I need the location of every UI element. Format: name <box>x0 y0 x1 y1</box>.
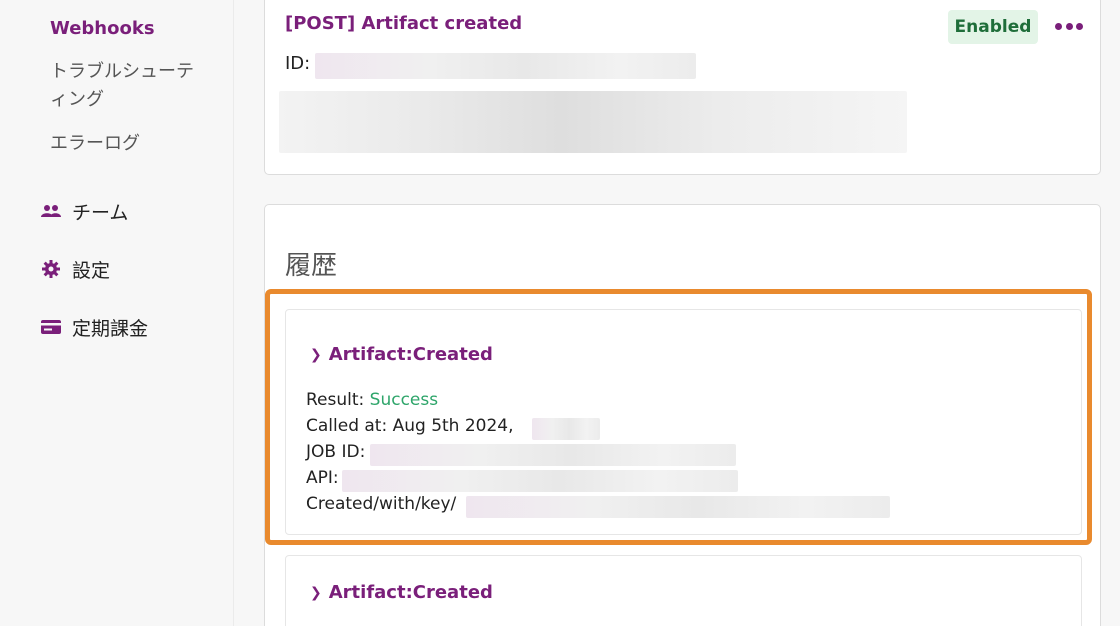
more-options-icon[interactable] <box>1055 14 1083 38</box>
redacted-time <box>532 418 600 440</box>
sidebar-item-team[interactable]: チーム <box>40 196 128 226</box>
webhook-id-label: ID: <box>285 53 311 74</box>
created-with-key-line: Created/with/key/ <box>306 494 457 514</box>
redacted-webhook-url <box>279 91 907 153</box>
sidebar-item-label: チーム <box>72 201 129 224</box>
redacted-api <box>342 470 738 492</box>
sidebar-item-label: 定期課金 <box>72 317 149 340</box>
result-line: Result: Success <box>306 390 438 410</box>
redacted-key <box>466 496 890 518</box>
entry-toggle[interactable]: ❯ Artifact:Created <box>310 344 493 365</box>
app-window: Webhooks トラブルシューテ ィング エラーログ チーム 設定 定期課金 … <box>0 0 1120 626</box>
result-value: Success <box>369 390 439 410</box>
entry-name: Artifact:Created <box>328 582 493 603</box>
api-label: API: <box>306 468 339 488</box>
history-title: 履歴 <box>285 251 338 281</box>
result-label: Result: <box>306 390 370 410</box>
credit-card-icon <box>40 317 62 337</box>
sidebar-item-settings[interactable]: 設定 <box>40 254 110 284</box>
team-icon <box>40 201 62 221</box>
entry-name: Artifact:Created <box>328 344 493 365</box>
webhook-card: [POST] Artifact created Enabled ID: <box>264 0 1101 175</box>
chevron-right-icon: ❯ <box>310 584 322 601</box>
status-badge: Enabled <box>948 10 1038 44</box>
sidebar-item-troubleshooting-cont[interactable]: ィング <box>50 82 104 118</box>
sidebar-item-billing[interactable]: 定期課金 <box>40 312 148 342</box>
history-entry: ❯ Artifact:Created <box>285 555 1082 626</box>
sidebar-item-webhooks[interactable]: Webhooks <box>50 11 155 47</box>
redacted-webhook-id <box>315 53 696 79</box>
job-id-label: JOB ID: <box>306 442 366 462</box>
entry-toggle[interactable]: ❯ Artifact:Created <box>310 582 493 603</box>
chevron-right-icon: ❯ <box>310 346 322 363</box>
sidebar-item-label: 設定 <box>72 259 111 282</box>
webhook-title[interactable]: [POST] Artifact created <box>285 13 522 34</box>
gear-icon <box>40 259 62 279</box>
history-card: 履歴 ❯ Artifact:Created Result: Success Ca… <box>264 204 1101 626</box>
redacted-job-id <box>370 444 736 466</box>
called-at-line: Called at: Aug 5th 2024, <box>306 416 514 436</box>
sidebar-item-error-log[interactable]: エラーログ <box>50 126 140 162</box>
history-entry: ❯ Artifact:Created Result: Success Calle… <box>285 309 1082 535</box>
sidebar: Webhooks トラブルシューテ ィング エラーログ チーム 設定 定期課金 <box>0 0 234 626</box>
